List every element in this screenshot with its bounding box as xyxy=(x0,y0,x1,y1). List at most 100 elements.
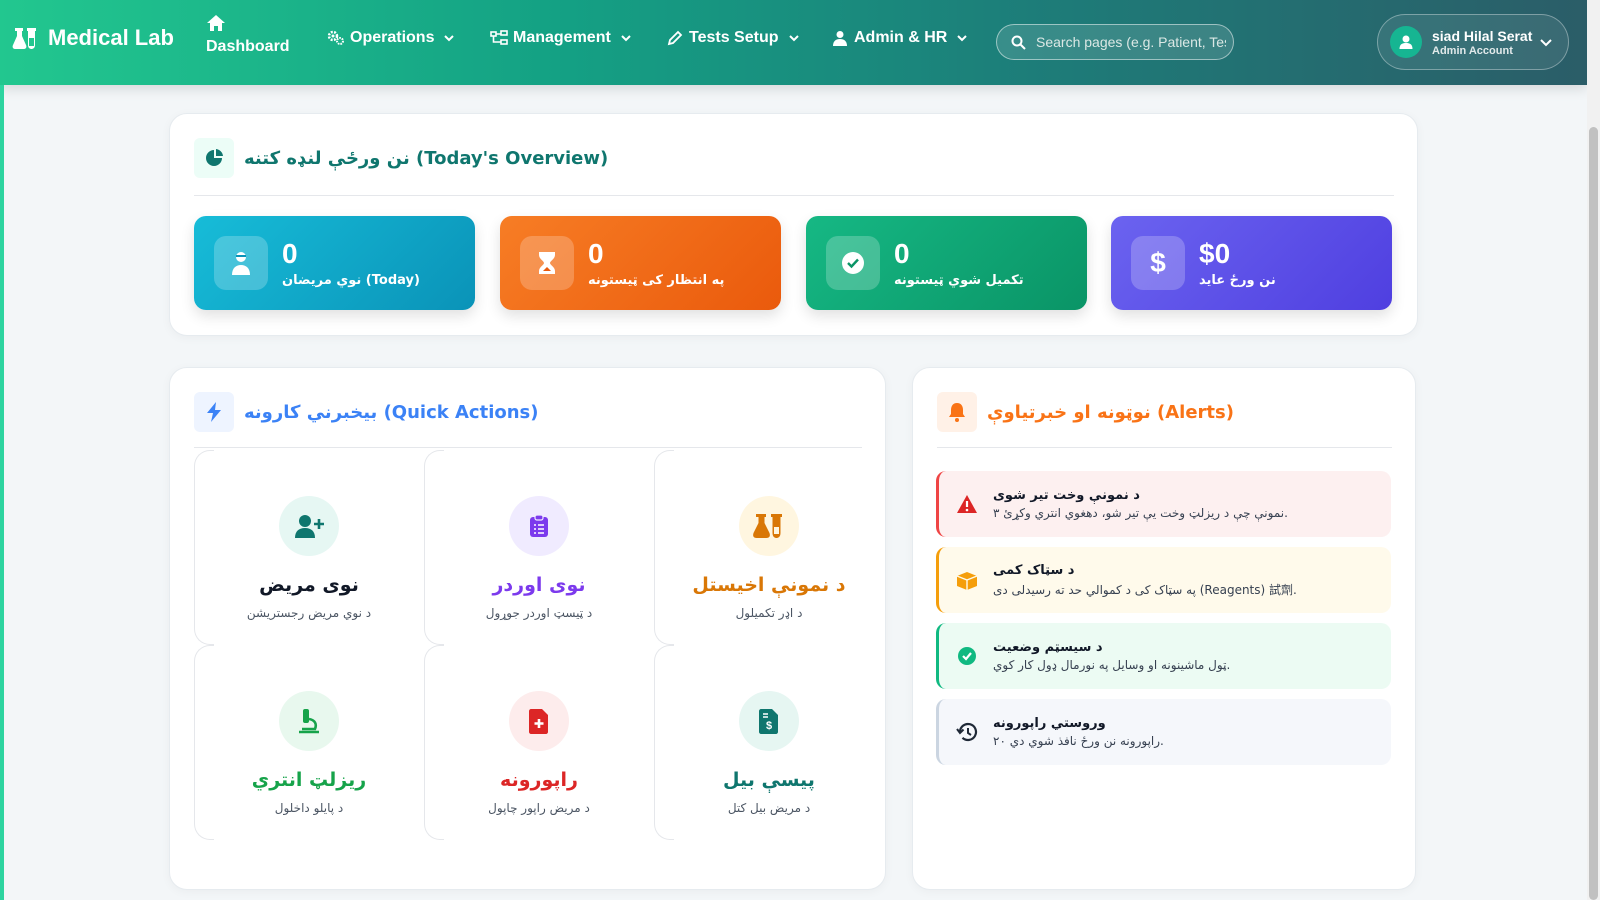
qa-subtitle: د ټیسټ اوردر جوړول xyxy=(485,606,593,620)
qa-title: ریزلټ انتري xyxy=(251,769,367,791)
divider xyxy=(194,447,862,448)
search-box[interactable] xyxy=(996,24,1234,60)
qa-subtitle: د پایلو داخلول xyxy=(274,801,344,815)
user-tie-icon xyxy=(833,31,847,46)
bolt-icon xyxy=(194,392,234,432)
nav-admin-hr[interactable]: Admin & HR xyxy=(831,29,968,47)
svg-text:$: $ xyxy=(766,720,772,732)
divider xyxy=(937,447,1392,448)
nav-admin-hr-label: Admin & HR xyxy=(854,29,948,46)
quick-action-sample-collection[interactable]: د نمونې اخیستل د اډر تکمیلول xyxy=(654,450,884,645)
chevron-down-icon xyxy=(444,34,455,41)
alert-system-status[interactable]: د سیسټم وضعیت ټول ماشینونه او وسایل په ن… xyxy=(936,623,1391,689)
user-menu[interactable]: siad Hilal Serat Admin Account xyxy=(1377,14,1569,70)
quick-action-reports[interactable]: راپورونه د مریض راپور چاپول xyxy=(424,645,654,840)
home-icon xyxy=(207,15,225,31)
microscope-icon xyxy=(279,691,339,751)
hourglass-icon xyxy=(520,236,574,290)
file-medical-icon xyxy=(509,691,569,751)
alert-description: په سټاک کی د کموالي حد ته رسیدلی دی (Rea… xyxy=(993,582,1297,597)
file-invoice-dollar-icon: $ xyxy=(739,691,799,751)
stat-pending-tests[interactable]: 0 په انتظار کی ټیستونه xyxy=(500,216,781,310)
alerts-header: نوټونه او خبرتیاوې (Alerts) xyxy=(937,392,1234,432)
qa-title: نوی مریض xyxy=(259,574,359,596)
alert-title: د سیسټم وضعیت xyxy=(993,640,1103,655)
gears-icon xyxy=(327,30,344,45)
alert-sample-overdue[interactable]: د نمونې وخت تیر شوی نمونې چې د ریزلټ وخت… xyxy=(936,471,1391,537)
stat-label: په انتظار کی ټیستونه xyxy=(588,272,725,288)
qa-subtitle: د مریض راپور چاپول xyxy=(488,801,590,815)
qa-subtitle: د اډر تکمیلول xyxy=(735,606,803,620)
check-circle-icon xyxy=(955,644,979,668)
stat-value: 0 xyxy=(282,237,298,269)
qa-title: نوی اوردر xyxy=(492,574,586,596)
stat-value: 0 xyxy=(894,237,910,269)
alerts-title: نوټونه او خبرتیاوې (Alerts) xyxy=(987,401,1234,423)
sitemap-icon xyxy=(490,30,508,45)
divider xyxy=(194,195,1394,196)
stat-label: نن ورځ عاید xyxy=(1199,272,1276,288)
alert-title: وروستي راپورونه xyxy=(993,716,1106,731)
nav-tests-setup-label: Tests Setup xyxy=(689,29,779,46)
chevron-down-icon xyxy=(621,34,631,41)
user-plus-icon xyxy=(279,496,339,556)
alert-low-stock[interactable]: د سټاک کمی په سټاک کی د کموالي حد ته رسی… xyxy=(936,547,1391,613)
check-circle-icon xyxy=(826,236,880,290)
brand[interactable]: Medical Lab xyxy=(12,24,174,52)
nav-dashboard-label: Dashboard xyxy=(206,38,290,55)
overview-header: نن ورځې لنډه کتنه (Today's Overview) xyxy=(194,138,608,178)
qa-title: د نمونې اخیستل xyxy=(692,574,846,596)
boxes-icon xyxy=(955,568,979,592)
dollar-icon: $ xyxy=(1131,236,1185,290)
qa-title: راپورونه xyxy=(500,769,578,791)
alert-title: د سټاک کمی xyxy=(993,562,1075,578)
nav-operations-label: Operations xyxy=(350,29,435,46)
stat-new-patients[interactable]: 0 نوي مريضان (Today) xyxy=(194,216,475,310)
user-role: Admin Account xyxy=(1432,44,1513,57)
user-name: siad Hilal Serat xyxy=(1432,27,1533,44)
qa-subtitle: د مریض بیل کتل xyxy=(727,801,811,815)
brand-name: Medical Lab xyxy=(48,25,174,50)
alert-description: ټول ماشینونه او وسایل په نورمال ډول کار … xyxy=(993,658,1231,672)
avatar xyxy=(1390,26,1422,58)
pen-icon xyxy=(667,30,683,46)
scrollbar-thumb[interactable] xyxy=(1589,127,1598,900)
alert-description: نمونې چې د ریزلټ وخت یې تیر شو، دهغوي ان… xyxy=(993,506,1288,520)
nav-operations[interactable]: Operations xyxy=(327,29,455,47)
nav-management[interactable]: Management xyxy=(490,29,631,47)
flask-icon xyxy=(739,496,799,556)
history-icon xyxy=(955,720,979,744)
nav-tests-setup[interactable]: Tests Setup xyxy=(666,29,799,47)
bell-icon xyxy=(937,392,977,432)
user-icon xyxy=(1399,35,1413,49)
stat-completed-tests[interactable]: 0 تکمیل شوي ټیستونه xyxy=(806,216,1087,310)
chevron-down-icon xyxy=(957,34,968,41)
chevron-down-icon xyxy=(788,34,799,41)
alert-recent-reports[interactable]: وروستي راپورونه راپورونه نن ورځ نافذ شوي… xyxy=(936,699,1391,765)
quick-action-billing[interactable]: $ پیسې بیل د مریض بیل کتل xyxy=(654,645,884,840)
clipboard-list-icon xyxy=(509,496,569,556)
qa-subtitle: د نوي مريض رجستريشن xyxy=(246,606,372,620)
quick-actions-header: بیخبرني کارونه (Quick Actions) xyxy=(194,392,539,432)
quick-actions-title: بیخبرني کارونه (Quick Actions) xyxy=(244,401,539,423)
stat-value: 0 xyxy=(588,237,604,269)
alert-title: د نمونې وخت تیر شوی xyxy=(993,488,1140,503)
nav-dashboard[interactable]: Dashboard xyxy=(206,14,290,56)
nav-management-label: Management xyxy=(513,29,611,46)
quick-action-result-entry[interactable]: ریزلټ انتري د پایلو داخلول xyxy=(194,645,424,840)
quick-action-new-patient[interactable]: نوی مریض د نوي مريض رجستريشن xyxy=(194,450,424,645)
qa-title: پیسې بیل xyxy=(723,769,815,791)
quick-action-new-order[interactable]: نوی اوردر د ټیسټ اوردر جوړول xyxy=(424,450,654,645)
stat-label: تکمیل شوي ټیستونه xyxy=(894,272,1024,288)
chart-pie-icon xyxy=(194,138,234,178)
stat-today-revenue[interactable]: $ $0 نن ورځ عاید xyxy=(1111,216,1392,310)
left-accent-bar xyxy=(0,85,4,900)
stat-value: $0 xyxy=(1199,237,1231,269)
top-navbar: Medical Lab Dashboard Operations Managem… xyxy=(0,0,1587,85)
search-input[interactable] xyxy=(1036,34,1226,50)
user-doctor-icon xyxy=(214,236,268,290)
search-icon xyxy=(1011,35,1026,50)
overview-title: نن ورځې لنډه کتنه (Today's Overview) xyxy=(244,147,609,169)
chevron-down-icon xyxy=(1540,39,1552,47)
flask-logo-icon xyxy=(12,28,36,49)
